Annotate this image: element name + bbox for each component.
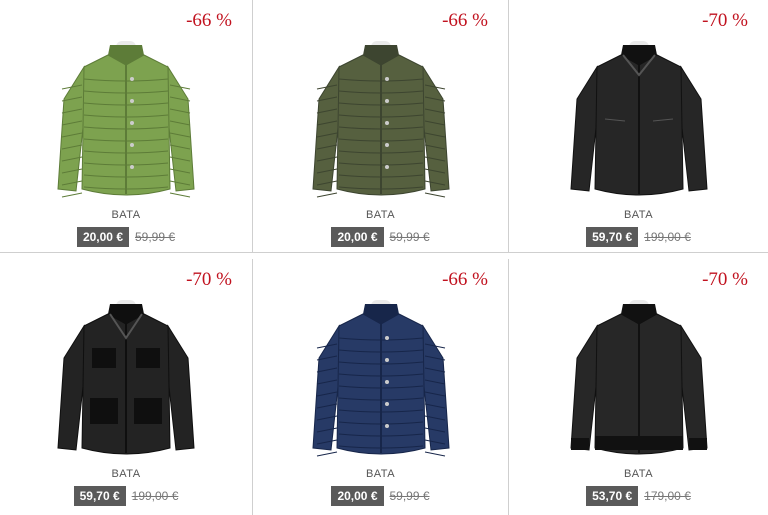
price-row: 53,70 € 179,00 €	[509, 486, 768, 506]
original-price: 59,99 €	[389, 489, 430, 503]
original-price: 179,00 €	[644, 489, 691, 503]
product-card[interactable]: -70 % BATA 53,70 € 179,00 €	[509, 259, 768, 515]
price-row: 59,70 € 199,00 €	[0, 486, 252, 506]
sale-price: 59,70 €	[586, 227, 639, 247]
brand-name[interactable]: BATA	[0, 468, 252, 480]
product-image[interactable]	[509, 295, 768, 465]
brand-name[interactable]: BATA	[509, 209, 768, 221]
sale-price: 20,00 €	[331, 486, 384, 506]
brand-name[interactable]: BATA	[0, 209, 252, 221]
discount-badge: -66 %	[442, 269, 488, 290]
jacket-image	[311, 40, 450, 197]
product-grid: -66 % BATA 20,00 € 59,99 € -66 % BATA 20…	[0, 0, 768, 515]
discount-badge: -66 %	[186, 10, 232, 31]
product-card[interactable]: -66 % BATA 20,00 € 59,99 €	[253, 259, 509, 515]
original-price: 199,00 €	[644, 230, 691, 244]
product-image[interactable]	[0, 36, 252, 206]
discount-badge: -70 %	[186, 269, 232, 290]
product-card[interactable]: -66 % BATA 20,00 € 59,99 €	[0, 0, 253, 253]
price-row: 20,00 € 59,99 €	[253, 486, 508, 506]
jacket-image	[311, 299, 450, 456]
product-image[interactable]	[509, 36, 768, 206]
original-price: 59,99 €	[389, 230, 430, 244]
jacket-image	[569, 40, 708, 195]
product-card[interactable]: -70 % BATA 59,70 € 199,00 €	[509, 0, 768, 253]
brand-name[interactable]: BATA	[509, 468, 768, 480]
price-row: 20,00 € 59,99 €	[253, 227, 508, 247]
discount-badge: -66 %	[442, 10, 488, 31]
product-image[interactable]	[253, 36, 508, 206]
brand-name[interactable]: BATA	[253, 209, 508, 221]
product-card[interactable]: -66 % BATA 20,00 € 59,99 €	[253, 0, 509, 253]
original-price: 59,99 €	[135, 230, 176, 244]
discount-badge: -70 %	[702, 10, 748, 31]
sale-price: 20,00 €	[76, 227, 129, 247]
product-image[interactable]	[253, 295, 508, 465]
price-row: 20,00 € 59,99 €	[0, 227, 252, 247]
sale-price: 59,70 €	[73, 486, 126, 506]
original-price: 199,00 €	[131, 489, 179, 503]
jacket-image	[57, 299, 195, 454]
sale-price: 20,00 €	[331, 227, 384, 247]
product-card[interactable]: -70 % BATA 59,70 € 199,00 €	[0, 259, 253, 515]
price-row: 59,70 € 199,00 €	[509, 227, 768, 247]
sale-price: 53,70 €	[586, 486, 639, 506]
product-image[interactable]	[0, 295, 252, 465]
jacket-image	[57, 40, 195, 197]
discount-badge: -70 %	[702, 269, 748, 290]
brand-name[interactable]: BATA	[253, 468, 508, 480]
jacket-image	[569, 299, 708, 454]
